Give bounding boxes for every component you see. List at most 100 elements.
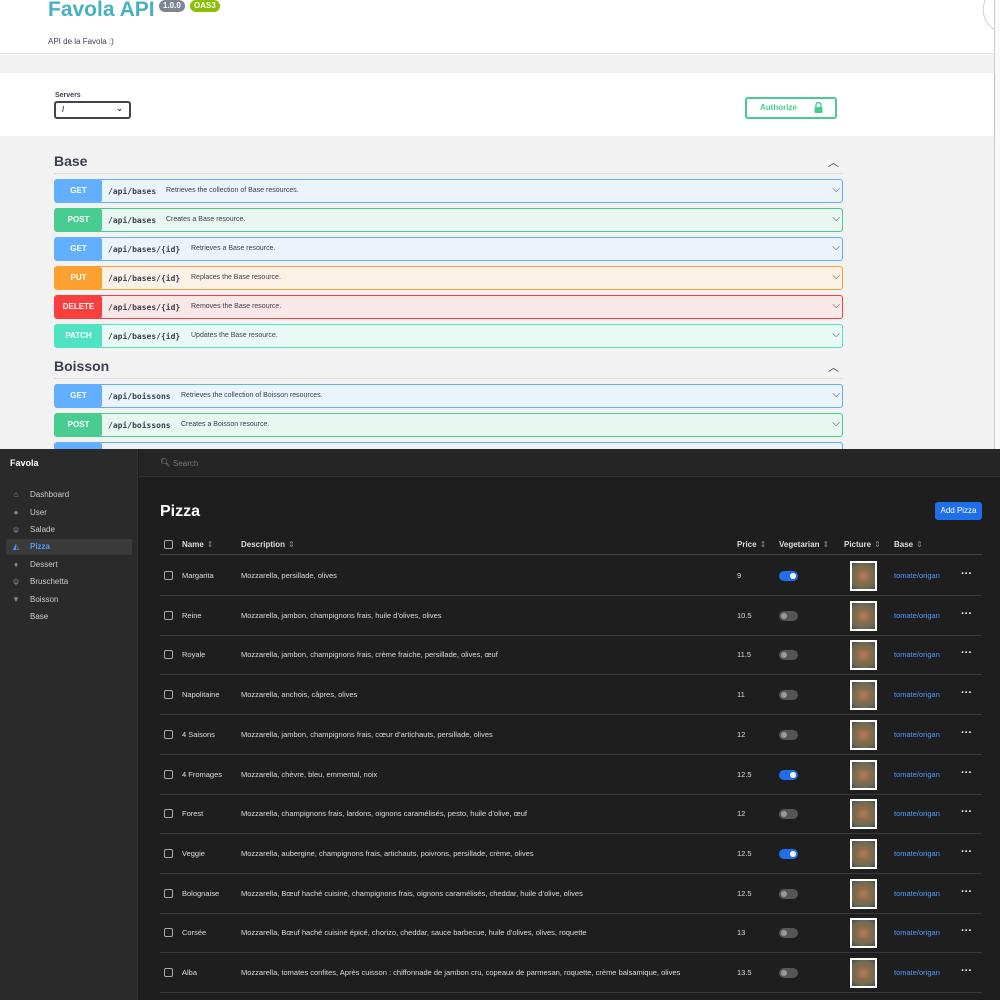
column-header-base[interactable]: Base ⇕ <box>894 540 923 549</box>
more-actions-icon[interactable]: ··· <box>961 568 972 580</box>
pizza-description: Mozzarella, tomates confites, Après cuis… <box>241 968 681 977</box>
method-badge: GET <box>55 238 102 260</box>
table-header: Name ⇕ Description ⇕ Price ⇕ Vegetarian ⇕ Pi… <box>160 535 982 555</box>
more-actions-icon[interactable]: ··· <box>961 806 972 818</box>
sidebar-item-base[interactable]: Base <box>6 609 132 625</box>
add-pizza-button[interactable]: Add Pizza <box>935 502 982 520</box>
sidebar-item-boisson[interactable]: ▼ Boisson <box>6 592 132 608</box>
tag-base-header[interactable]: Base ︿ <box>54 148 843 174</box>
column-header-price[interactable]: Price ⇕ <box>737 540 766 549</box>
table-row[interactable]: Royale Mozzarella, jambon, champignons fr… <box>160 635 982 676</box>
sidebar-item-bruschetta[interactable]: ψ Bruschetta <box>6 574 132 590</box>
sidebar-item-user[interactable]: ● User <box>6 505 132 521</box>
more-actions-icon[interactable]: ··· <box>961 965 972 977</box>
pizza-name: Margarita <box>182 571 214 580</box>
authorize-button[interactable]: Authorize <box>745 97 837 119</box>
table-row[interactable]: Napolitaine Mozzarella, anchois, câpres, … <box>160 675 982 716</box>
row-checkbox[interactable] <box>164 610 173 620</box>
table-row[interactable]: Alba Mozzarella, tomates confites, Après … <box>160 953 982 993</box>
operation-put-base[interactable]: PUT /api/bases/{id} Replaces the Base re… <box>54 266 843 290</box>
table-row[interactable]: Bolognaise Mozzarella, Bœuf haché cuisiné… <box>160 874 982 914</box>
vegetarian-toggle[interactable] <box>779 729 798 740</box>
vegetarian-toggle[interactable] <box>779 928 798 939</box>
row-checkbox[interactable] <box>164 690 173 700</box>
table-row[interactable]: 4 Fromages Mozzarella, chèvre, bleu, emme… <box>160 755 982 795</box>
more-actions-icon[interactable]: ··· <box>961 687 972 699</box>
search-input[interactable] <box>173 456 473 470</box>
table-row[interactable]: Margarita Mozzarella, persillade, olives 9… <box>160 556 982 596</box>
row-checkbox[interactable] <box>164 968 173 977</box>
more-actions-icon[interactable]: ··· <box>961 925 972 937</box>
sidebar-item-salade[interactable]: ψ Salade <box>6 522 132 538</box>
more-actions-icon[interactable]: ··· <box>961 767 972 779</box>
column-header-vegetarian[interactable]: Vegetarian ⇕ <box>779 540 829 549</box>
vegetarian-toggle[interactable] <box>779 690 798 701</box>
operation-get-base-by-id[interactable]: GET /api/bases/{id} Retrieves a Base res… <box>54 237 843 261</box>
base-link[interactable]: tomate/origan <box>894 849 940 858</box>
table-row[interactable]: Forest Mozzarella, champignons frais, lar… <box>160 794 982 835</box>
base-link[interactable]: tomate/origan <box>894 611 940 620</box>
base-link[interactable]: tomate/origan <box>894 730 940 739</box>
row-checkbox[interactable] <box>164 571 173 580</box>
vegetarian-toggle[interactable] <box>779 848 798 859</box>
operation-path: /api/bases/{id} <box>108 303 181 312</box>
row-checkbox[interactable] <box>164 888 173 898</box>
operation-partially-visible[interactable] <box>54 442 843 449</box>
row-checkbox[interactable] <box>164 848 173 858</box>
vegetarian-toggle[interactable] <box>779 571 798 581</box>
vegetarian-toggle[interactable] <box>779 769 798 780</box>
more-actions-icon[interactable]: ··· <box>961 647 972 659</box>
base-link[interactable]: tomate/origan <box>894 770 940 779</box>
sidebar-item-dessert[interactable]: ♦ Dessert <box>6 557 132 573</box>
column-header-picture[interactable]: Picture ⇕ <box>844 540 881 549</box>
page-scrollbar[interactable] <box>994 0 1000 449</box>
table-row[interactable]: Corsée Mozzarella, Bœuf haché cuisiné épi… <box>160 913 982 954</box>
operation-path: /api/bases/{id} <box>108 245 181 254</box>
base-link[interactable]: tomate/origan <box>894 968 940 977</box>
vegetarian-toggle[interactable] <box>779 650 798 661</box>
chevron-up-icon: ︿ <box>828 362 839 374</box>
table-row[interactable]: Reine Mozzarella, jambon, champignons fra… <box>160 596 982 636</box>
row-checkbox[interactable] <box>164 650 173 660</box>
base-link[interactable]: tomate/origan <box>894 928 940 937</box>
more-actions-icon[interactable]: ··· <box>961 846 972 858</box>
pizza-picture <box>850 878 877 909</box>
vegetarian-toggle[interactable] <box>779 968 798 978</box>
base-link[interactable]: tomate/origan <box>894 650 940 659</box>
vegetarian-toggle[interactable] <box>779 888 798 899</box>
operation-delete-base[interactable]: DELETE /api/bases/{id} Removes the Base … <box>54 295 843 319</box>
row-checkbox[interactable] <box>164 928 173 938</box>
pizza-thumbnail <box>852 563 875 589</box>
column-header-description[interactable]: Description ⇕ <box>241 540 295 549</box>
row-checkbox[interactable] <box>164 769 173 779</box>
tag-boisson-header[interactable]: Boisson ︿ <box>54 353 843 379</box>
row-checkbox[interactable] <box>164 809 173 819</box>
select-all-checkbox[interactable] <box>164 540 173 549</box>
more-actions-icon[interactable]: ··· <box>961 608 972 620</box>
row-checkbox[interactable] <box>164 729 173 739</box>
vegetarian-toggle[interactable] <box>779 610 798 621</box>
table-row[interactable]: Veggie Mozzarella, aubergine, champignons… <box>160 834 982 874</box>
server-selected-value: / <box>62 105 65 114</box>
operation-get-boissons[interactable]: GET /api/boissons Retrieves the collecti… <box>54 384 843 408</box>
table-row[interactable]: 4 Saisons Mozzarella, jambon, champignons… <box>160 715 982 755</box>
vegetarian-toggle[interactable] <box>779 809 798 820</box>
pizza-thumbnail <box>852 920 875 947</box>
search-icon: 🔍︎ <box>160 458 171 467</box>
base-link[interactable]: tomate/origan <box>894 809 940 818</box>
more-actions-icon[interactable]: ··· <box>961 886 972 898</box>
base-link[interactable]: tomate/origan <box>894 889 940 898</box>
sidebar-item-dashboard[interactable]: ⌂ Dashboard <box>6 487 132 503</box>
column-header-name[interactable]: Name ⇕ <box>182 540 214 549</box>
operation-get-bases[interactable]: GET /api/bases Retrieves the collection … <box>54 179 843 203</box>
operation-post-boissons[interactable]: POST /api/boissons Creates a Boisson res… <box>54 413 843 437</box>
pizza-name: Reine <box>182 610 202 620</box>
base-link[interactable]: tomate/origan <box>894 571 940 580</box>
more-actions-icon[interactable]: ··· <box>961 727 972 739</box>
base-link[interactable]: tomate/origan <box>894 690 940 699</box>
sidebar-item-pizza[interactable]: ◭ Pizza <box>6 539 132 555</box>
operation-patch-base[interactable]: PATCH /api/bases/{id} Updates the Base r… <box>54 324 843 348</box>
chevron-down-icon: ⌵ <box>832 213 840 224</box>
operation-post-bases[interactable]: POST /api/bases Creates a Base resource.… <box>54 208 843 232</box>
server-select[interactable]: / ⌄ <box>54 101 131 119</box>
